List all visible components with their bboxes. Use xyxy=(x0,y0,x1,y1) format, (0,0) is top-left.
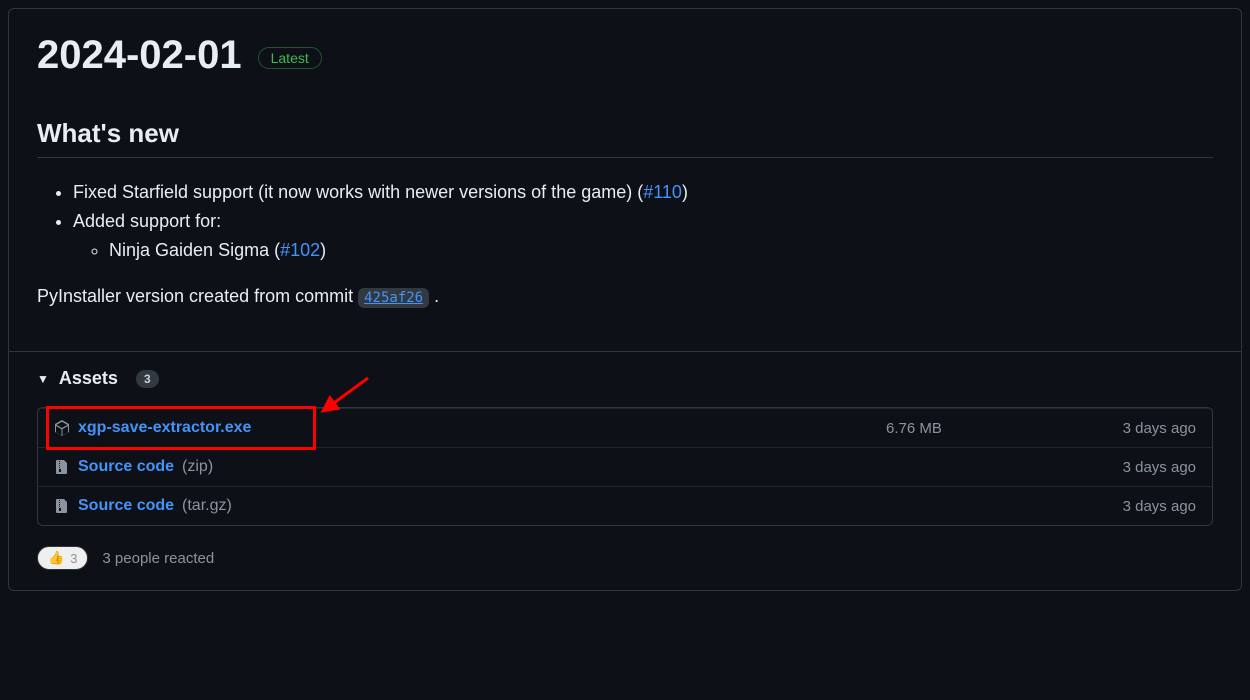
release-panel: 2024-02-01 Latest What's new Fixed Starf… xyxy=(8,8,1242,591)
latest-badge: Latest xyxy=(258,47,322,69)
asset-row: Source code (tar.gz) 3 days ago xyxy=(38,486,1212,525)
asset-suffix: (zip) xyxy=(182,458,213,476)
asset-name-text: Source code xyxy=(78,458,174,476)
asset-size: 6.76 MB xyxy=(886,420,1086,437)
file-zip-icon xyxy=(54,498,70,514)
changelog-text: Added support for: xyxy=(73,211,221,231)
assets-list: xgp-save-extractor.exe 6.76 MB 3 days ag… xyxy=(37,407,1213,526)
changelog-subitem: Ninja Gaiden Sigma (#102) xyxy=(109,236,1213,265)
changelog-item: Added support for: Ninja Gaiden Sigma (#… xyxy=(73,207,1213,265)
changelog-text: ) xyxy=(320,240,326,260)
release-header: 2024-02-01 Latest What's new Fixed Starf… xyxy=(9,9,1241,323)
thumbs-up-icon: 👍 xyxy=(48,550,64,566)
issue-link[interactable]: #102 xyxy=(280,240,320,260)
changelog-item: Fixed Starfield support (it now works wi… xyxy=(73,178,1213,207)
reaction-count: 3 xyxy=(70,551,77,566)
release-title: 2024-02-01 xyxy=(37,33,242,78)
package-icon xyxy=(54,420,70,436)
asset-time: 3 days ago xyxy=(1086,498,1196,515)
reactions-bar: 👍 3 3 people reacted xyxy=(37,546,1213,570)
issue-link[interactable]: #110 xyxy=(643,182,682,202)
asset-row: Source code (zip) 3 days ago xyxy=(38,447,1212,486)
asset-link[interactable]: Source code (zip) xyxy=(54,458,886,476)
pyinstaller-text: . xyxy=(429,286,439,306)
reaction-summary: 3 people reacted xyxy=(102,550,214,567)
whats-new-heading: What's new xyxy=(37,118,1213,158)
assets-count-badge: 3 xyxy=(136,370,159,388)
asset-time: 3 days ago xyxy=(1086,420,1196,437)
asset-time: 3 days ago xyxy=(1086,459,1196,476)
pyinstaller-note: PyInstaller version created from commit … xyxy=(37,282,1213,311)
asset-name-text: xgp-save-extractor.exe xyxy=(78,419,251,437)
changelog-text: ) xyxy=(682,182,688,202)
title-row: 2024-02-01 Latest xyxy=(37,33,1213,78)
assets-label: Assets xyxy=(59,368,118,389)
asset-suffix: (tar.gz) xyxy=(182,497,232,515)
asset-row: xgp-save-extractor.exe 6.76 MB 3 days ag… xyxy=(38,408,1212,447)
caret-down-icon: ▼ xyxy=(37,372,49,386)
commit-link[interactable]: 425af26 xyxy=(358,288,429,308)
changelog-text: Ninja Gaiden Sigma ( xyxy=(109,240,280,260)
assets-toggle[interactable]: ▼ Assets 3 xyxy=(37,368,1213,389)
asset-link[interactable]: Source code (tar.gz) xyxy=(54,497,886,515)
changelog: Fixed Starfield support (it now works wi… xyxy=(37,178,1213,311)
assets-section: ▼ Assets 3 xgp-save-extractor.exe 6.76 M… xyxy=(9,352,1241,590)
asset-link[interactable]: xgp-save-extractor.exe xyxy=(54,419,886,437)
pyinstaller-text: PyInstaller version created from commit xyxy=(37,286,358,306)
asset-name-text: Source code xyxy=(78,497,174,515)
file-zip-icon xyxy=(54,459,70,475)
changelog-text: Fixed Starfield support (it now works wi… xyxy=(73,182,643,202)
reaction-button[interactable]: 👍 3 xyxy=(37,546,88,570)
